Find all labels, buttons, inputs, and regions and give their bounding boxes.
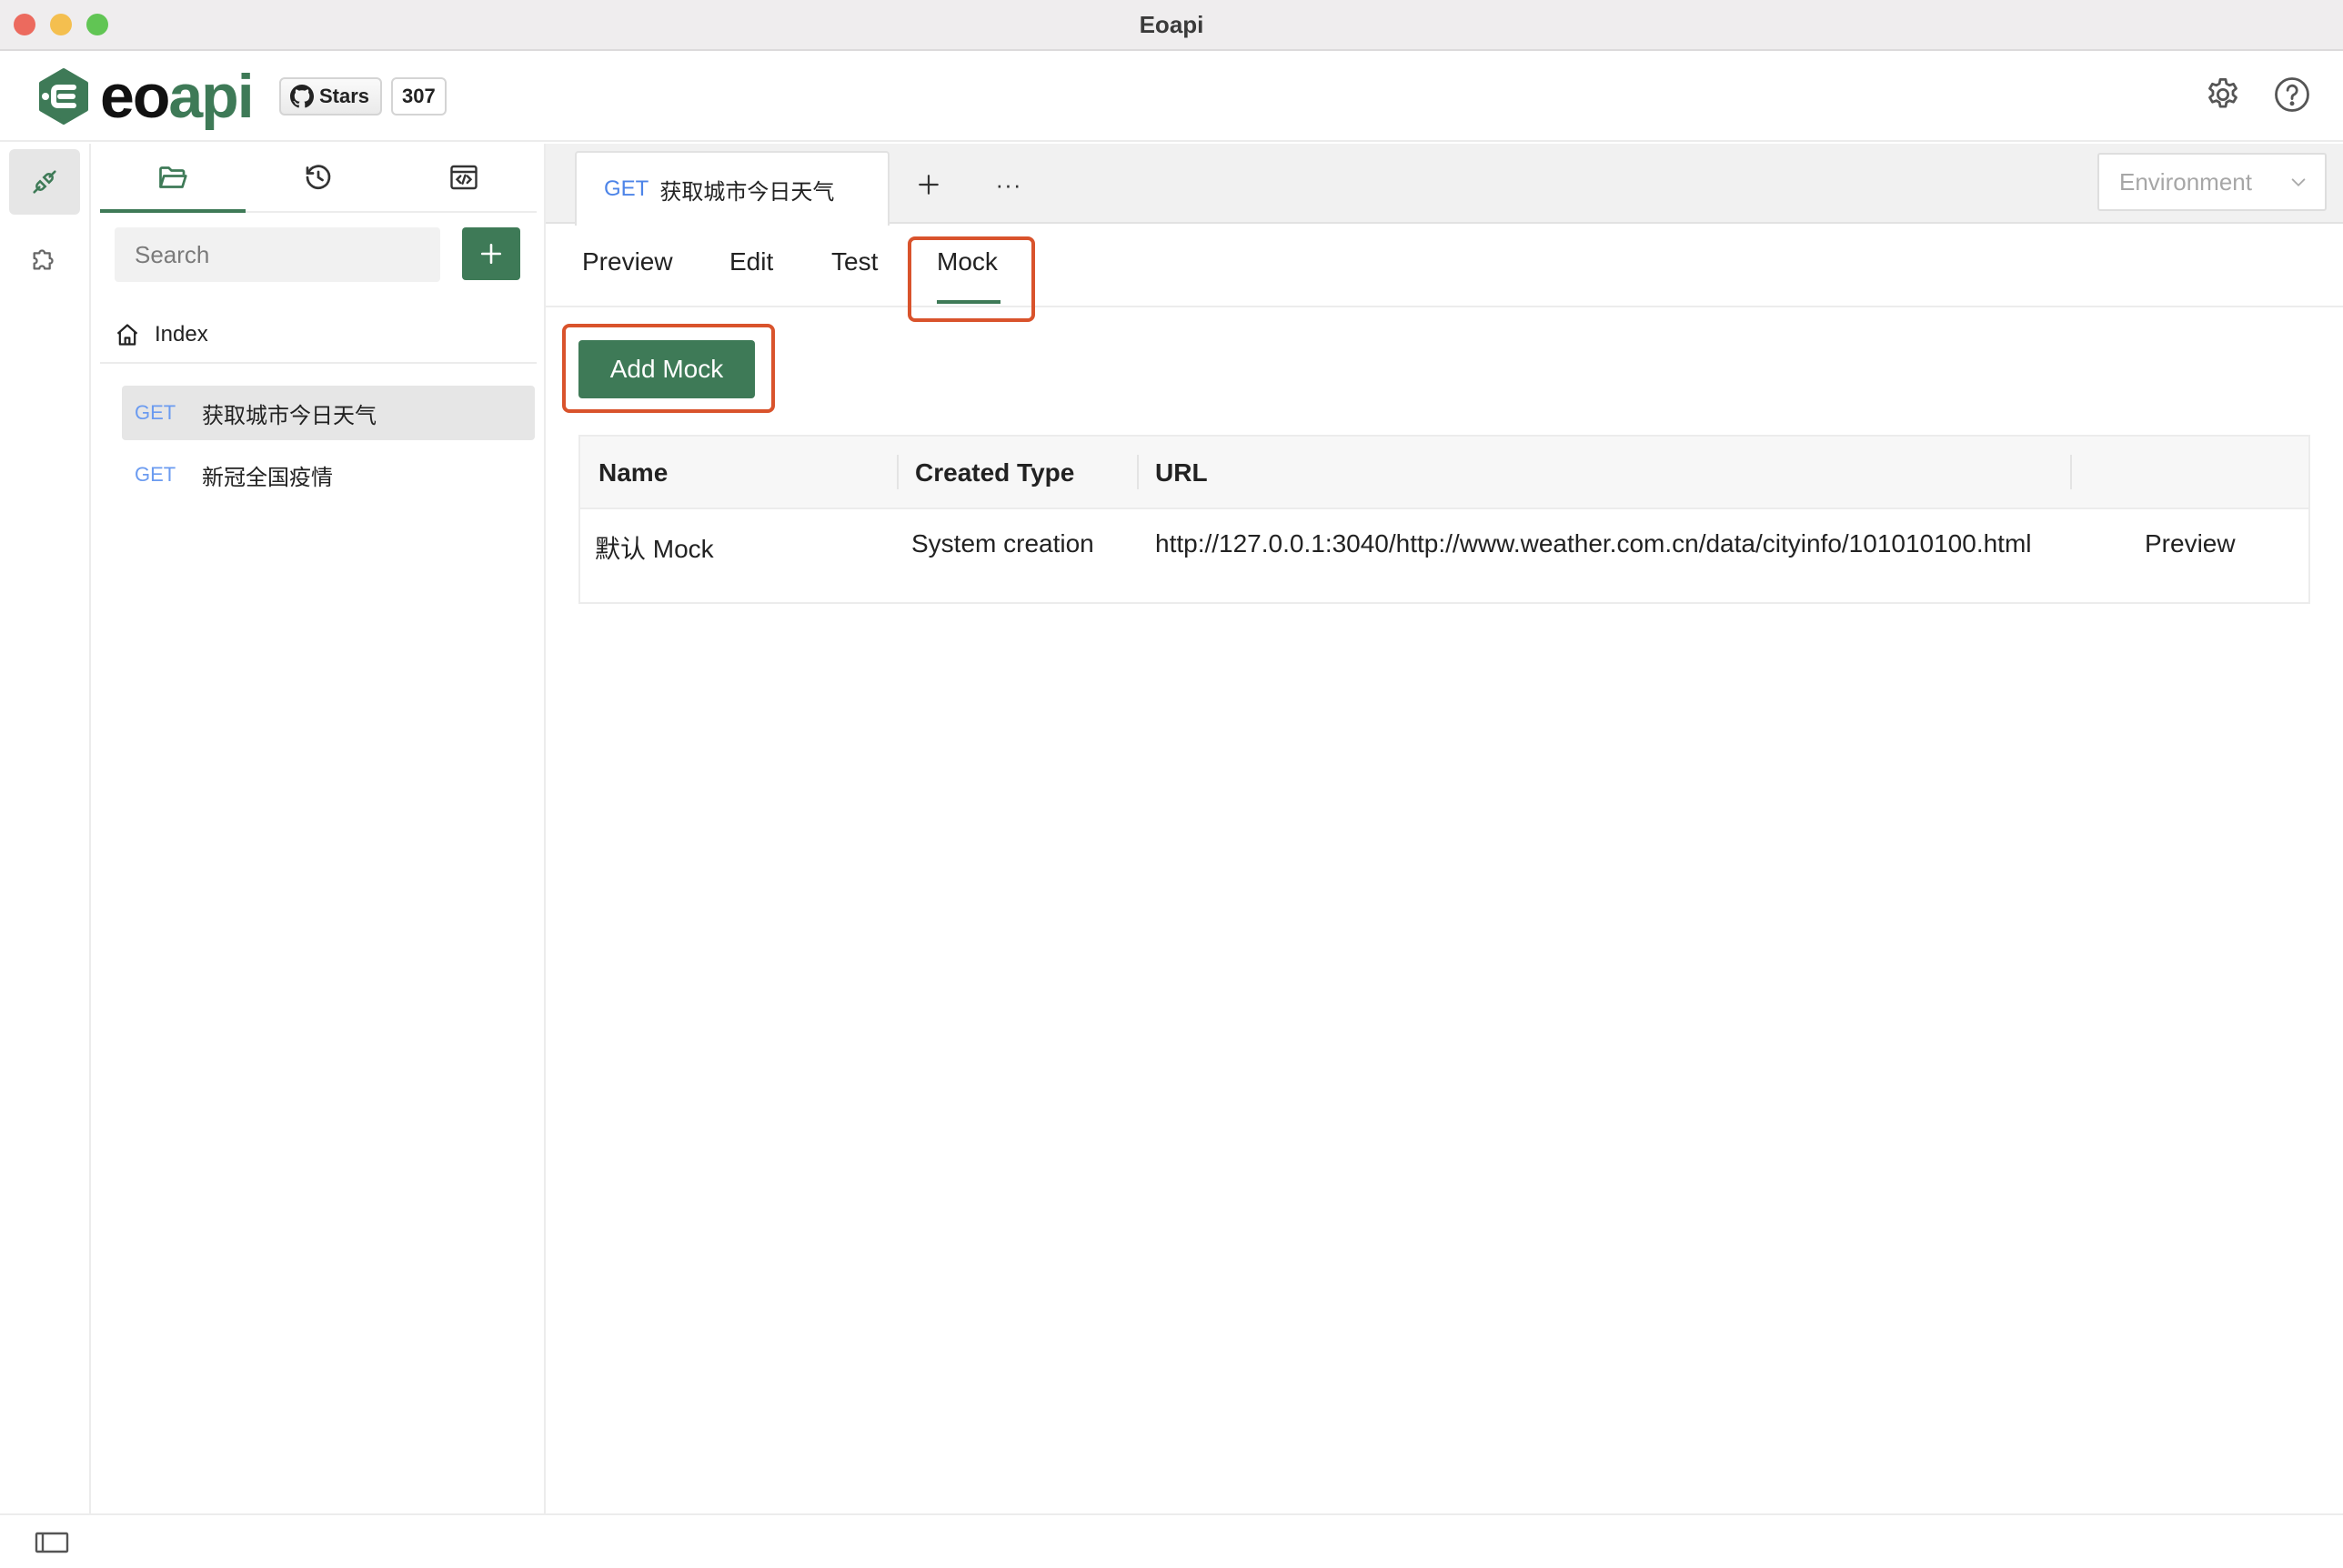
eoapi-logo-text: eoapi bbox=[100, 62, 255, 131]
folder-icon bbox=[156, 161, 189, 194]
environment-placeholder: Environment bbox=[2119, 167, 2252, 196]
settings-icon[interactable] bbox=[2199, 71, 2247, 118]
plus-icon bbox=[479, 242, 503, 266]
environment-select[interactable]: Environment bbox=[2097, 153, 2327, 211]
api-list-item[interactable]: GET 获取城市今日天气 bbox=[122, 386, 535, 440]
new-tab-button[interactable] bbox=[908, 162, 950, 207]
github-stars-count[interactable]: 307 bbox=[391, 77, 447, 116]
mock-url-cell[interactable]: http://127.0.0.1:3040/http://www.weather… bbox=[1155, 529, 2032, 558]
api-name: 获取城市今日天气 bbox=[202, 403, 377, 428]
tab-edit[interactable]: Edit bbox=[729, 247, 773, 276]
api-method-badge: GET bbox=[135, 463, 176, 486]
mock-name-cell: 默认 Mock bbox=[595, 535, 714, 563]
window-titlebar: Eoapi bbox=[0, 0, 2343, 51]
column-header-name: Name bbox=[598, 458, 669, 487]
api-list-item[interactable]: GET 新冠全国疫情 bbox=[122, 447, 535, 502]
highlight-box-add-mock bbox=[562, 324, 775, 413]
open-api-tab[interactable]: GET 获取城市今日天气 bbox=[575, 151, 890, 226]
eoapi-logo-icon bbox=[35, 67, 93, 126]
window-title: Eoapi bbox=[1139, 11, 1204, 38]
api-method-badge: GET bbox=[135, 401, 176, 424]
app-header: eoapi Stars 307 bbox=[0, 51, 2343, 142]
api-name: 新冠全国疫情 bbox=[202, 465, 333, 490]
history-icon bbox=[302, 161, 335, 194]
help-icon[interactable] bbox=[2268, 71, 2316, 118]
tab-preview[interactable]: Preview bbox=[582, 247, 673, 276]
rail-item-api[interactable] bbox=[9, 149, 80, 215]
more-tabs-button[interactable]: ··· bbox=[988, 162, 1030, 207]
rail-item-plugins[interactable] bbox=[9, 226, 80, 291]
add-api-button[interactable] bbox=[462, 227, 520, 280]
api-search-input[interactable] bbox=[115, 227, 440, 282]
tab-method-badge: GET bbox=[604, 176, 649, 201]
sidebar-tab-code[interactable] bbox=[391, 144, 537, 211]
main-panel: GET 获取城市今日天气 ··· Environment Preview Edi… bbox=[546, 144, 2343, 1513]
home-icon bbox=[115, 322, 140, 347]
document-tabbar: GET 获取城市今日天气 ··· Environment bbox=[546, 144, 2343, 226]
github-stars-button[interactable]: Stars bbox=[279, 77, 383, 116]
github-stars-widget[interactable]: Stars 307 bbox=[279, 77, 447, 116]
sidebar-toggle-icon[interactable] bbox=[35, 1530, 69, 1555]
column-header-created-type: Created Type bbox=[915, 458, 1075, 487]
mock-preview-link[interactable]: Preview bbox=[2145, 529, 2236, 558]
column-separator bbox=[2070, 455, 2072, 489]
api-subtabs: Preview Edit Test Mock bbox=[546, 226, 2343, 307]
status-footer bbox=[0, 1513, 2343, 1568]
highlight-box-mock-tab bbox=[908, 236, 1035, 322]
code-window-icon bbox=[447, 161, 480, 194]
sidebar-index-link[interactable]: Index bbox=[115, 309, 533, 360]
sidebar-tabs bbox=[100, 144, 537, 213]
sidebar-divider bbox=[100, 362, 537, 364]
tab-test[interactable]: Test bbox=[831, 247, 878, 276]
column-separator bbox=[1137, 455, 1139, 489]
plugin-puzzle-icon bbox=[29, 243, 60, 274]
api-sidebar: Index GET 获取城市今日天气 GET 新冠全国疫情 bbox=[91, 144, 546, 1513]
eoapi-logo[interactable]: eoapi bbox=[35, 62, 255, 131]
tab-api-name: 获取城市今日天气 bbox=[659, 179, 835, 205]
github-icon bbox=[290, 85, 314, 108]
mock-table-header: Name Created Type URL bbox=[580, 437, 2308, 509]
plus-icon bbox=[917, 173, 940, 196]
api-plug-icon bbox=[29, 166, 60, 197]
github-stars-label: Stars bbox=[319, 85, 370, 107]
column-separator bbox=[897, 455, 899, 489]
sidebar-tab-apis[interactable] bbox=[100, 144, 246, 213]
mock-table: Name Created Type URL 默认 Mock System cre… bbox=[578, 435, 2310, 604]
mock-created-type-cell: System creation bbox=[911, 529, 1094, 558]
index-label: Index bbox=[155, 322, 208, 347]
column-header-url: URL bbox=[1155, 458, 1208, 487]
sidebar-tab-history[interactable] bbox=[246, 144, 391, 211]
activity-rail bbox=[0, 144, 91, 1513]
chevron-down-icon bbox=[2288, 173, 2308, 193]
